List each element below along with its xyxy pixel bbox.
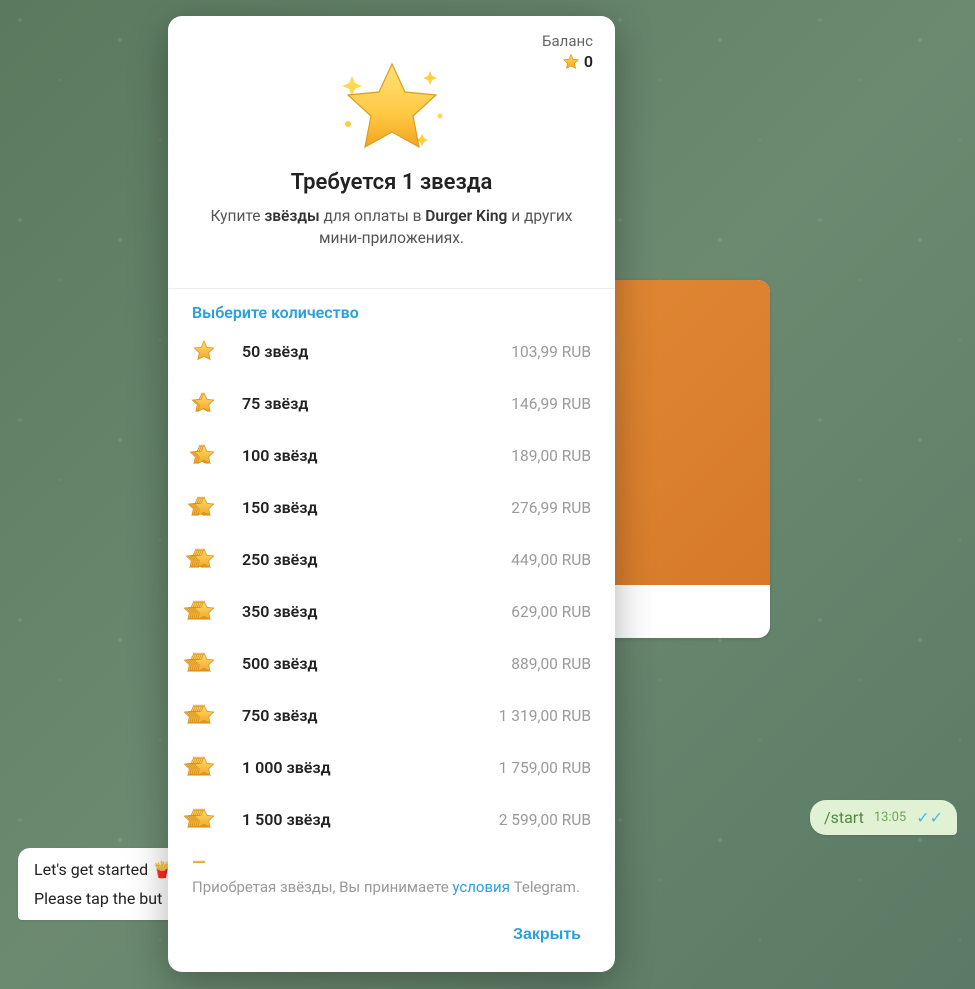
package-price: 189,00 RUB xyxy=(511,447,591,465)
incoming-line2: Please tap the but xyxy=(34,889,172,908)
package-label: 500 звёзд xyxy=(242,654,511,673)
read-checks-icon: ✓✓ xyxy=(916,808,943,827)
stars-purchase-modal: Баланс 0 xyxy=(168,16,615,972)
package-price: 629,00 RUB xyxy=(511,603,591,621)
package-price: 1 759,00 RUB xyxy=(499,759,591,777)
package-row[interactable]: 100 звёзд189,00 RUB xyxy=(180,430,603,482)
modal-subtitle: Купите звёзды для оплаты в Durger King и… xyxy=(192,205,591,250)
package-label: 350 звёзд xyxy=(242,602,511,621)
terms-link[interactable]: условия xyxy=(452,878,510,896)
outgoing-time: 13:05 xyxy=(874,810,906,825)
package-row[interactable]: 350 звёзд629,00 RUB xyxy=(180,586,603,638)
package-label: 150 звёзд xyxy=(242,498,511,517)
package-label: 50 звёзд xyxy=(242,342,511,361)
package-label: 750 звёзд xyxy=(242,706,499,725)
package-price: 2 599,00 RUB xyxy=(499,811,591,829)
close-button[interactable]: Закрыть xyxy=(503,918,591,952)
package-label: 100 звёзд xyxy=(242,446,511,465)
package-row[interactable]: 150 звёзд276,99 RUB xyxy=(180,482,603,534)
outgoing-message[interactable]: /start 13:05 ✓✓ xyxy=(810,800,957,835)
star-stack-icon xyxy=(192,858,220,863)
modal-title: Требуется 1 звезда xyxy=(192,170,591,195)
star-stack-icon xyxy=(192,494,220,522)
package-price: 1 319,00 RUB xyxy=(499,707,591,725)
section-label: Выберите количество xyxy=(168,289,615,326)
star-stack-icon xyxy=(192,390,220,418)
package-label: 250 звёзд xyxy=(242,550,511,569)
package-row[interactable]: 1 500 звёзд2 599,00 RUB xyxy=(180,794,603,846)
footer-note: Приобретая звёзды, Вы принимаете условия… xyxy=(168,863,615,908)
package-label: 1 000 звёзд xyxy=(242,758,499,777)
package-row[interactable]: 500 звёзд889,00 RUB xyxy=(180,638,603,690)
outgoing-text: /start xyxy=(824,808,864,827)
package-row[interactable]: 250 звёзд449,00 RUB xyxy=(180,534,603,586)
package-price: 449,00 RUB xyxy=(511,551,591,569)
package-price: 103,99 RUB xyxy=(511,343,591,361)
star-stack-icon xyxy=(192,806,220,834)
package-list: 50 звёзд103,99 RUB 75 звёзд146,99 RUB xyxy=(168,326,615,863)
star-stack-icon xyxy=(192,546,220,574)
modal-actions: Закрыть xyxy=(168,908,615,972)
star-stack-icon xyxy=(192,754,220,782)
modal-header: Баланс 0 xyxy=(168,16,615,270)
star-stack-icon xyxy=(192,650,220,678)
package-label: 75 звёзд xyxy=(242,394,511,413)
star-stack-icon xyxy=(192,702,220,730)
package-price: 276,99 RUB xyxy=(511,499,591,517)
package-price: 146,99 RUB xyxy=(511,395,591,413)
hero-star-icon xyxy=(192,46,591,156)
package-label: 1 500 звёзд xyxy=(242,810,499,829)
star-stack-icon xyxy=(192,598,220,626)
package-row[interactable]: 75 звёзд146,99 RUB xyxy=(180,378,603,430)
package-row[interactable]: 1 000 звёзд1 759,00 RUB xyxy=(180,742,603,794)
star-stack-icon xyxy=(192,338,220,366)
package-row[interactable]: 2 500 звёзд4 359,00 RUB xyxy=(180,846,603,863)
package-row[interactable]: 750 звёзд1 319,00 RUB xyxy=(180,690,603,742)
package-price: 889,00 RUB xyxy=(511,655,591,673)
package-row[interactable]: 50 звёзд103,99 RUB xyxy=(180,326,603,378)
incoming-line1: Let's get started 🍟 xyxy=(34,860,172,879)
star-stack-icon xyxy=(192,442,220,470)
incoming-message: Let's get started 🍟 Please tap the but xyxy=(18,848,188,920)
